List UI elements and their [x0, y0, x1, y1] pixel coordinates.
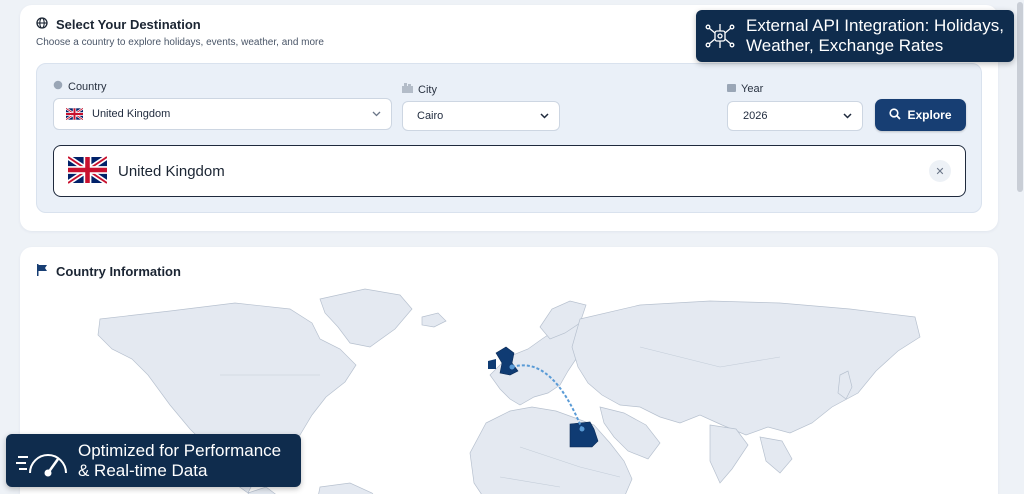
map-greenland — [319, 288, 413, 348]
map-central-america — [247, 486, 276, 494]
route-origin-dot — [509, 364, 515, 370]
destination-subtitle: Choose a country to explore holidays, ev… — [36, 37, 324, 48]
destination-title: Select Your Destination — [56, 17, 201, 32]
globe-icon — [36, 17, 48, 32]
year-label: Year — [741, 83, 764, 95]
map-south-america — [318, 482, 374, 494]
globe-icon — [53, 80, 63, 93]
country-select-value: United Kingdom — [92, 108, 171, 120]
year-label-row: Year — [727, 83, 763, 95]
performance-badge-line1: Optimized for Performance — [78, 440, 282, 460]
chevron-down-icon — [843, 110, 852, 122]
chevron-down-icon — [372, 108, 381, 120]
destination-header: Select Your Destination — [36, 17, 201, 32]
country-label: Country — [68, 80, 107, 93]
year-select[interactable]: 2026 — [727, 101, 863, 131]
page-scrollbar[interactable] — [1017, 2, 1023, 192]
speedometer-icon — [16, 443, 70, 479]
explore-label: Explore — [907, 108, 952, 122]
api-badge-line1: External API Integration: Holidays, — [746, 16, 1004, 35]
country-select[interactable]: United Kingdom — [53, 98, 392, 130]
year-select-value: 2026 — [743, 110, 768, 122]
route-destination-dot — [579, 426, 585, 432]
country-label-row: Country — [53, 80, 107, 93]
explore-button[interactable]: Explore — [875, 99, 966, 131]
calendar-icon — [727, 83, 736, 95]
city-select-value: Cairo — [417, 110, 444, 122]
api-integration-badge: External API Integration: Holidays, Weat… — [696, 10, 1014, 62]
city-label-row: City — [402, 83, 437, 96]
selected-country-box: United Kingdom ✕ — [53, 145, 966, 197]
performance-badge: Optimized for Performance & Real-time Da… — [6, 434, 301, 487]
api-badge-text: External API Integration: Holidays, Weat… — [746, 16, 1004, 56]
city-label: City — [418, 83, 437, 96]
performance-badge-line2: & Real-time Data — [78, 460, 208, 480]
performance-badge-text: Optimized for Performance & Real-time Da… — [78, 441, 281, 481]
close-icon[interactable]: ✕ — [929, 160, 951, 182]
api-badge-line2: Weather, Exchange Rates — [746, 36, 944, 55]
uk-flag-icon — [68, 156, 107, 184]
selected-country-name: United Kingdom — [118, 162, 225, 180]
map-iceland — [421, 312, 447, 328]
city-select[interactable]: Cairo — [402, 101, 560, 131]
map-ireland — [488, 359, 496, 369]
building-icon — [402, 83, 413, 96]
selection-panel: Country United Kingdom City Cairo Year 2… — [36, 63, 982, 213]
search-icon — [889, 107, 902, 123]
map-se-asia — [759, 436, 793, 474]
chevron-down-icon — [540, 110, 549, 122]
network-icon — [704, 20, 736, 52]
uk-flag-icon — [66, 108, 83, 120]
